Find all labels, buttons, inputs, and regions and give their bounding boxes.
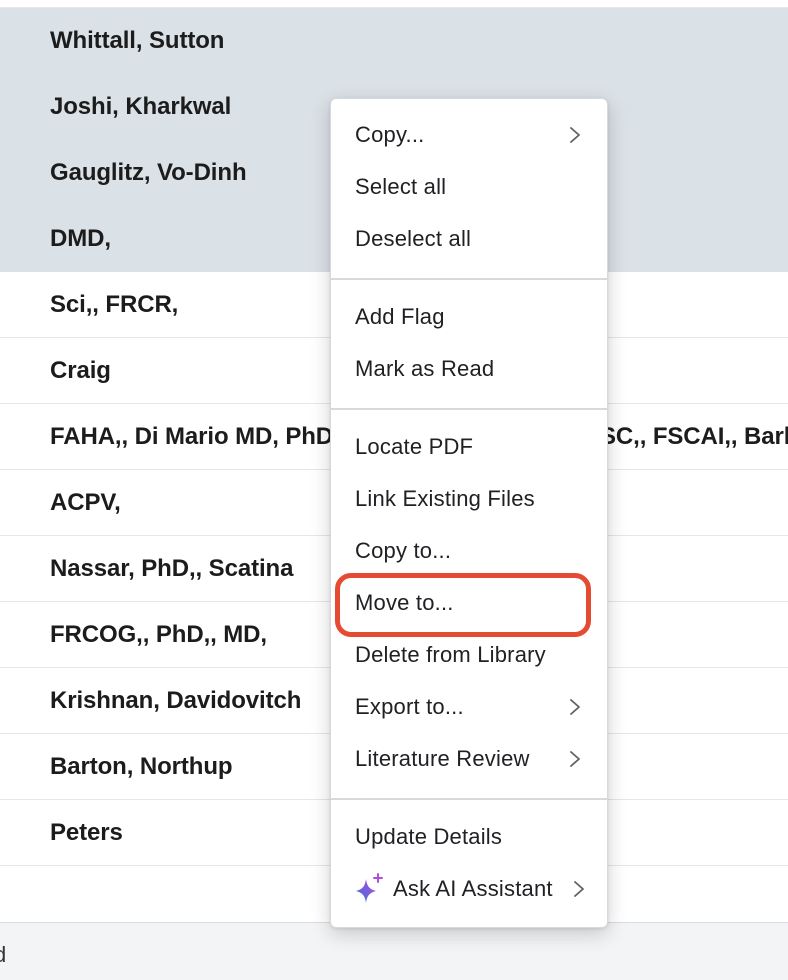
chevron-right-icon	[574, 881, 584, 897]
menu-item-label: Literature Review	[355, 746, 530, 771]
menu-item-link-existing-files[interactable]: Link Existing Files	[331, 473, 607, 525]
menu-item-label: Deselect all	[355, 226, 472, 251]
authors-cell: Peters	[50, 819, 123, 846]
menu-item-label: Copy...	[355, 122, 425, 147]
menu-item-select-all[interactable]: Select all	[331, 161, 607, 213]
authors-cell: DMD,	[50, 225, 111, 252]
authors-cell: Sci,, FRCR,	[50, 291, 179, 318]
menu-item-mark-as-read[interactable]: Mark as Read	[331, 343, 607, 395]
authors-cell: Joshi, Kharkwal	[50, 93, 232, 120]
authors-cell: FRCOG,, PhD,, MD,	[50, 621, 267, 648]
authors-cell: FAHA,, Di Mario MD, PhD	[50, 423, 334, 450]
menu-item-label: Delete from Library	[355, 642, 546, 667]
authors-cell: Whittall, Sutton	[50, 27, 225, 54]
menu-item-label: Mark as Read	[355, 356, 495, 381]
menu-item-export-to[interactable]: Export to...	[331, 681, 607, 733]
menu-item-copy-to[interactable]: Copy to...	[331, 525, 607, 577]
authors-cell: Gauglitz, Vo-Dinh	[50, 159, 247, 186]
chevron-right-icon	[570, 127, 580, 143]
authors-cell: Krishnan, Davidovitch	[50, 687, 302, 714]
menu-item-update-details[interactable]: Update Details	[331, 811, 607, 863]
menu-separator	[331, 278, 607, 280]
footer-text: d	[0, 942, 7, 967]
menu-separator	[331, 408, 607, 410]
authors-cell: ACPV,	[50, 489, 121, 516]
reference-list-view: Whittall, Sutton Joshi, Kharkwal Gauglit…	[0, 0, 788, 980]
menu-separator	[331, 798, 607, 800]
menu-item-label: Link Existing Files	[355, 486, 535, 511]
menu-item-label: Locate PDF	[355, 434, 474, 459]
menu-item-literature-review[interactable]: Literature Review	[331, 733, 607, 785]
menu-item-ask-ai-assistant[interactable]: Ask AI Assistant	[331, 863, 607, 915]
menu-item-label: Move to...	[355, 590, 454, 615]
table-row[interactable]: Whittall, Sutton	[0, 8, 788, 74]
authors-cell: Barton, Northup	[50, 753, 233, 780]
menu-item-label: Copy to...	[355, 538, 452, 563]
menu-item-label: Export to...	[355, 694, 464, 719]
menu-item-delete-from-library[interactable]: Delete from Library	[331, 629, 607, 681]
status-footer: d	[0, 922, 788, 980]
menu-item-add-flag[interactable]: Add Flag	[331, 291, 607, 343]
menu-item-copy[interactable]: Copy...	[331, 109, 607, 161]
top-edge	[0, 0, 788, 8]
authors-cell: Craig	[50, 357, 111, 384]
menu-item-move-to[interactable]: Move to...	[331, 577, 607, 629]
menu-item-label: Update Details	[355, 824, 503, 849]
authors-cell-overflow: SC,, FSCAI,, Barl	[600, 423, 788, 450]
context-menu: Copy... Select all Deselect all Add Flag…	[330, 98, 608, 928]
menu-item-deselect-all[interactable]: Deselect all	[331, 213, 607, 265]
authors-cell: Nassar, PhD,, Scatina	[50, 555, 294, 582]
chevron-right-icon	[570, 751, 580, 767]
menu-item-label: Ask AI Assistant	[393, 876, 553, 901]
chevron-right-icon	[570, 699, 580, 715]
menu-item-label: Select all	[355, 174, 447, 199]
menu-item-locate-pdf[interactable]: Locate PDF	[331, 421, 607, 473]
menu-item-label: Add Flag	[355, 304, 445, 329]
sparkle-icon	[356, 873, 383, 903]
